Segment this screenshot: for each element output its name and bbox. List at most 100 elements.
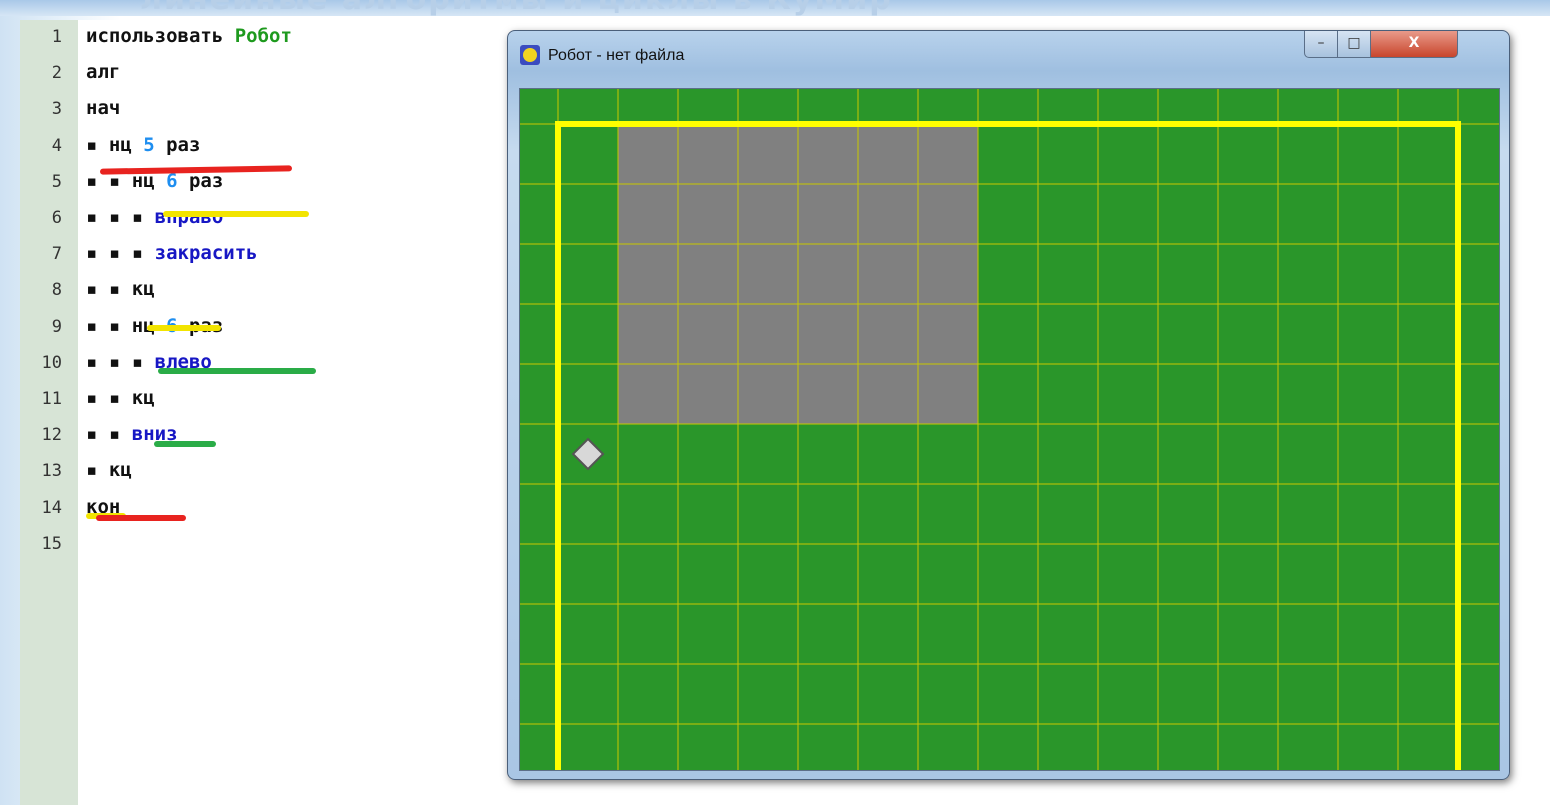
painted-cell — [858, 304, 918, 364]
line-number: 12 — [41, 425, 62, 446]
painted-cell — [798, 244, 858, 304]
code-line[interactable]: 12 ▪ ▪ вниз — [20, 421, 490, 451]
robot-field-canvas — [520, 89, 1499, 770]
code-token: раз — [154, 133, 201, 156]
code-token: вправо — [154, 206, 224, 228]
minimize-button[interactable]: – — [1304, 31, 1338, 58]
indent-dots: ▪ — [86, 133, 109, 156]
outer-loop-end-underline — [96, 515, 186, 521]
indent-dots: ▪ ▪ — [86, 423, 132, 446]
code-line[interactable]: 9▪ ▪ нц 6 раз — [20, 313, 490, 343]
code-text: нач — [86, 97, 120, 119]
top-title-strip: линейные алгоритмы и циклы в КуМир — [0, 0, 1550, 16]
painted-cell — [858, 364, 918, 424]
painted-cell — [678, 184, 738, 244]
code-line[interactable]: 6 ▪ ▪ ▪ вправо — [20, 204, 490, 234]
indent-dots: ▪ ▪ — [86, 387, 132, 409]
painted-cell — [678, 244, 738, 304]
line-number: 3 — [51, 99, 62, 120]
robot-field — [519, 88, 1500, 771]
code-text: ▪ нц 5 раз — [86, 134, 200, 156]
line-number: 8 — [51, 280, 62, 301]
code-text: ▪ кц — [86, 459, 132, 481]
painted-cell — [618, 244, 678, 304]
line-number: 2 — [51, 63, 62, 84]
code-token: кц — [108, 459, 132, 482]
painted-cell — [858, 244, 918, 304]
window-title: Робот - нет файла — [548, 47, 685, 64]
inner-loop-1-end-underline — [147, 325, 221, 331]
painted-cell — [918, 244, 978, 304]
painted-cell — [738, 304, 798, 364]
faded-title: линейные алгоритмы и циклы в КуМир — [140, 0, 893, 16]
code-line[interactable]: 7 ▪ ▪ ▪ закрасить — [20, 240, 490, 270]
inner-loop-1-start-underline — [163, 211, 309, 217]
robot-window[interactable]: Робот - нет файла – □ X — [507, 30, 1510, 780]
indent-dots: ▪ ▪ — [86, 314, 132, 337]
code-text: ▪ ▪ ▪ вправо — [86, 206, 223, 228]
painted-cell — [918, 304, 978, 364]
painted-cell — [738, 124, 798, 184]
painted-cell — [858, 124, 918, 184]
code-token: Робот — [234, 25, 292, 47]
code-line[interactable]: 3 нач — [20, 95, 490, 125]
indent-dots: ▪ ▪ ▪ — [86, 206, 155, 228]
line-number: 14 — [41, 497, 62, 518]
code-line[interactable]: 15 — [20, 530, 490, 560]
painted-cell — [618, 304, 678, 364]
painted-cell — [918, 124, 978, 184]
code-line[interactable]: 10 ▪ ▪ ▪ влево — [20, 349, 490, 379]
code-token: 5 — [143, 133, 155, 156]
inner-loop-2-end-underline — [154, 441, 216, 447]
painted-cell — [798, 364, 858, 424]
code-text: ▪ ▪ кц — [86, 278, 155, 300]
line-number: 9 — [51, 316, 62, 337]
painted-cell — [798, 304, 858, 364]
painted-cell — [918, 184, 978, 244]
line-number: 1 — [51, 27, 62, 47]
code-line[interactable]: 14 кон — [20, 494, 490, 524]
code-line[interactable]: 4 ▪ нц 5 раз — [20, 132, 490, 162]
code-line[interactable]: 11 ▪ ▪ кц — [20, 385, 490, 415]
code-line[interactable]: 5 ▪ ▪ нц 6 раз — [20, 168, 490, 198]
code-line[interactable]: 8 ▪ ▪ кц — [20, 276, 490, 306]
line-number: 10 — [41, 352, 62, 373]
code-token: нач — [86, 97, 121, 120]
code-token: закрасить — [154, 242, 258, 265]
indent-dots: ▪ ▪ ▪ — [86, 242, 155, 265]
line-number: 7 — [51, 244, 62, 265]
close-button[interactable]: X — [1370, 31, 1458, 58]
line-number: 4 — [51, 135, 62, 156]
line-number: 15 — [41, 533, 62, 554]
painted-cell — [798, 184, 858, 244]
indent-dots: ▪ ▪ — [86, 278, 132, 301]
painted-cell — [618, 184, 678, 244]
indent-dots: ▪ ▪ ▪ — [86, 350, 155, 373]
maximize-button[interactable]: □ — [1337, 31, 1371, 58]
painted-cell — [858, 184, 918, 244]
painted-cell — [618, 124, 678, 184]
line-number: 5 — [51, 171, 62, 192]
painted-cell — [678, 364, 738, 424]
code-line[interactable]: 2 алг — [20, 59, 490, 89]
painted-cell — [678, 124, 738, 184]
code-text: алг — [86, 61, 120, 83]
code-token: использовать — [86, 25, 235, 47]
inner-loop-2-start-underline — [158, 368, 316, 374]
painted-cell — [738, 244, 798, 304]
line-number: 13 — [41, 461, 62, 482]
code-token: алг — [86, 61, 121, 84]
painted-cell — [738, 364, 798, 424]
code-text: ▪ ▪ ▪ закрасить — [86, 242, 258, 264]
code-editor[interactable]: 1 использовать Робот 2 алг 3 нач 4 ▪ нц 5 раз 5 ▪… — [20, 20, 490, 805]
code-line[interactable]: 13 ▪ кц — [20, 457, 490, 487]
code-text: ▪ ▪ кц — [86, 387, 155, 409]
code-token: кц — [131, 278, 155, 301]
code-token: кц — [131, 387, 155, 409]
line-number: 6 — [51, 208, 62, 228]
code-text: использовать Робот — [86, 25, 292, 47]
painted-cell — [618, 364, 678, 424]
painted-cell — [798, 124, 858, 184]
code-line[interactable]: 1 использовать Робот — [20, 23, 490, 53]
indent-dots: ▪ — [86, 459, 109, 482]
